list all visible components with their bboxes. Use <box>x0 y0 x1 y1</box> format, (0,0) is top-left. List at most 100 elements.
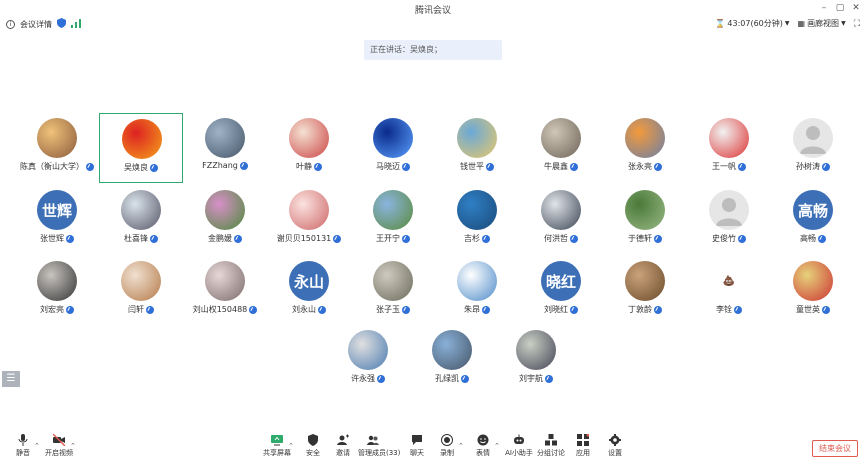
side-panel-toggle[interactable]: ☰ <box>2 371 20 387</box>
chevron-down-icon: ▼ <box>784 20 790 27</box>
shield-icon <box>298 434 328 446</box>
chevron-up-icon[interactable]: ⌃ <box>70 442 76 450</box>
participant-tile[interactable]: 马晓迈 <box>351 113 435 183</box>
participant-name: 吉杉 <box>464 234 480 243</box>
participant-tile[interactable]: 孔绿凯 <box>410 325 494 395</box>
chevron-up-icon[interactable]: ⌃ <box>458 442 464 450</box>
info-icon[interactable]: i <box>6 20 15 29</box>
shield-icon[interactable] <box>57 18 66 31</box>
participant-name: 钱世平 <box>460 162 484 171</box>
security-label: 安全 <box>306 449 320 457</box>
participant-name-row: 张子玉 <box>351 304 435 315</box>
gear-icon <box>600 434 630 446</box>
breakout-button[interactable]: 分组讨论 <box>536 434 566 460</box>
participant-name: 陈真（衡山大学） <box>20 162 84 171</box>
participant-tile[interactable]: 朱昂 <box>435 256 519 326</box>
participant-tile[interactable]: 吴焕良 <box>99 113 183 183</box>
participant-tile[interactable]: 晓红 刘晓红 <box>519 256 603 326</box>
participant-name-row: 刘山权150488 <box>183 304 267 315</box>
participant-tile[interactable]: 杜喜锋 <box>99 185 183 255</box>
security-button[interactable]: 安全 <box>298 434 328 460</box>
minimize-icon[interactable]: – <box>818 2 830 14</box>
mic-status-icon <box>738 162 746 171</box>
participant-tile[interactable]: 童世英 <box>771 256 855 326</box>
fullscreen-icon[interactable]: ⛶ <box>854 19 860 29</box>
chat-button[interactable]: 聊天 <box>402 434 432 460</box>
avatar <box>457 118 497 158</box>
participant-name: 孙树涛 <box>796 162 820 171</box>
avatar: 高畅 <box>793 190 833 230</box>
participant-tile[interactable]: 张永亮 <box>603 113 687 183</box>
participant-tile[interactable]: 丁敦龄 <box>603 256 687 326</box>
participant-name-row: 童世英 <box>771 304 855 315</box>
participant-tile[interactable]: 史俊竹 <box>687 185 771 255</box>
avatar <box>373 261 413 301</box>
participant-name: 史俊竹 <box>712 234 736 243</box>
participant-name-row: 许永强 <box>326 373 410 384</box>
participant-name-row: 马晓迈 <box>351 161 435 172</box>
participant-tile[interactable]: 刘宏亮 <box>15 256 99 326</box>
participant-tile[interactable]: 叶静 <box>267 113 351 183</box>
participant-tile[interactable]: 孙树涛 <box>771 113 855 183</box>
participant-name-row: 高畅 <box>771 233 855 244</box>
participant-tile[interactable]: 何洪哲 <box>519 185 603 255</box>
participant-tile[interactable]: FZZhang <box>183 113 267 183</box>
participant-tile[interactable]: 高畅 高畅 <box>771 185 855 255</box>
mic-status-icon <box>146 305 154 314</box>
view-switcher[interactable]: ▦ 画廊视图 ▼ <box>798 18 846 29</box>
participant-tile[interactable]: 永山 刘永山 <box>267 256 351 326</box>
avatar <box>516 330 556 370</box>
participant-tile[interactable]: 张子玉 <box>351 256 435 326</box>
settings-button[interactable]: 设置 <box>600 434 630 460</box>
speaking-banner: 正在讲话：吴焕良； <box>364 40 502 60</box>
participant-tile[interactable]: 金鹏媛 <box>183 185 267 255</box>
participant-name-row: 钱世平 <box>435 161 519 172</box>
participant-tile[interactable]: 💩 李铨 <box>687 256 771 326</box>
avatar: 晓红 <box>541 261 581 301</box>
close-icon[interactable]: ✕ <box>850 2 862 14</box>
list-icon: ☰ <box>6 373 16 384</box>
apps-label: 应用 <box>576 449 590 457</box>
apps-button[interactable]: 应用 <box>568 434 598 460</box>
ai-button[interactable]: AI小助手 <box>504 434 534 460</box>
participant-name: 张永亮 <box>628 162 652 171</box>
participant-tile[interactable]: 吉杉 <box>435 185 519 255</box>
participant-tile[interactable]: 刘宇航 <box>494 325 578 395</box>
chevron-up-icon[interactable]: ⌃ <box>288 442 294 450</box>
participant-name: 闫轩 <box>128 305 144 314</box>
participant-name-row: 陈真（衡山大学） <box>15 161 99 172</box>
members-button[interactable]: 管理成员(33) <box>358 434 400 460</box>
participant-tile[interactable]: 谢贝贝150131 <box>267 185 351 255</box>
participant-tile[interactable]: 王开宁 <box>351 185 435 255</box>
participant-name-row: 叶静 <box>267 161 351 172</box>
mic-status-icon <box>822 305 830 314</box>
participant-tile[interactable]: 世辉 张世辉 <box>15 185 99 255</box>
participant-tile[interactable]: 牛晨鑫 <box>519 113 603 183</box>
participant-tile[interactable]: 钱世平 <box>435 113 519 183</box>
mic-status-icon <box>818 234 826 243</box>
participant-tile[interactable]: 许永强 <box>326 325 410 395</box>
participant-name: 叶静 <box>296 162 312 171</box>
participant-tile[interactable]: 于德轩 <box>603 185 687 255</box>
invite-button[interactable]: 邀请 <box>328 434 358 460</box>
participant-tile[interactable]: 刘山权150488 <box>183 256 267 326</box>
avatar <box>793 118 833 158</box>
participant-tile[interactable]: 陈真（衡山大学） <box>15 113 99 183</box>
avatar <box>373 118 413 158</box>
avatar <box>457 261 497 301</box>
avatar <box>709 190 749 230</box>
participant-tile[interactable]: 王一帆 <box>687 113 771 183</box>
maximize-icon[interactable]: ▢ <box>834 2 846 14</box>
breakout-label: 分组讨论 <box>537 449 565 457</box>
meeting-info-label[interactable]: 会议详情 <box>20 19 52 30</box>
chevron-up-icon[interactable]: ⌃ <box>494 442 500 450</box>
participant-name-row: 刘宏亮 <box>15 304 99 315</box>
avatar <box>121 190 161 230</box>
participant-name-row: 金鹏媛 <box>183 233 267 244</box>
mic-status-icon <box>239 161 248 170</box>
chevron-up-icon[interactable]: ⌃ <box>34 442 40 450</box>
end-meeting-button[interactable]: 结束会议 <box>812 440 858 457</box>
signal-icon[interactable] <box>71 18 81 31</box>
timer[interactable]: ⌛ 43:07(60分钟) ▼ <box>715 18 789 29</box>
participant-tile[interactable]: 闫轩 <box>99 256 183 326</box>
